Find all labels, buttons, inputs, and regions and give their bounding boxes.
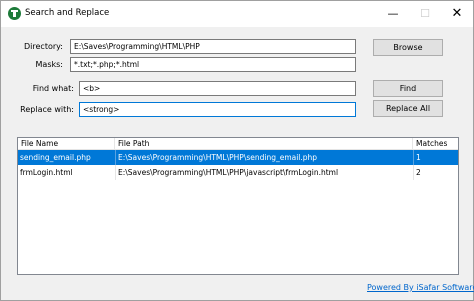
- app-logo-icon: [8, 7, 21, 20]
- replace-with-input[interactable]: <strong>: [79, 102, 356, 117]
- results-header: File Name File Path Matches: [18, 138, 458, 150]
- masks-input[interactable]: *.txt;*.php;*.html: [70, 57, 356, 72]
- find-what-input[interactable]: <b>: [79, 81, 356, 96]
- column-header-file-name[interactable]: File Name: [18, 138, 115, 150]
- maximize-button[interactable]: ☐: [411, 5, 439, 23]
- browse-button[interactable]: Browse: [373, 39, 443, 56]
- powered-by-link[interactable]: Powered By iSafar Software: [367, 283, 474, 292]
- row-file-name: sending_email.php: [20, 153, 91, 162]
- directory-input[interactable]: E:\Saves\Programming\HTML\PHP: [70, 39, 356, 54]
- find-what-label: Find what:: [32, 84, 74, 93]
- close-button[interactable]: ✕: [443, 5, 471, 23]
- row-matches: 2: [413, 165, 458, 180]
- find-button[interactable]: Find: [373, 80, 443, 97]
- table-row[interactable]: sending_email.php E:\Saves\Programming\H…: [18, 150, 458, 165]
- replace-with-label: Replace with:: [20, 105, 74, 114]
- results-list[interactable]: File Name File Path Matches sending_emai…: [17, 137, 459, 275]
- title-bar[interactable]: Search and Replace — ☐ ✕: [1, 1, 473, 27]
- row-file-name: frmLogin.html: [20, 168, 73, 177]
- row-file-path: E:\Saves\Programming\HTML\PHP\javascript…: [115, 165, 413, 180]
- column-header-matches[interactable]: Matches: [413, 138, 458, 150]
- replace-all-button[interactable]: Replace All: [373, 100, 443, 117]
- column-header-file-path[interactable]: File Path: [115, 138, 413, 150]
- search-replace-window: Search and Replace — ☐ ✕ Directory: E:\S…: [0, 0, 474, 301]
- row-matches: 1: [413, 150, 458, 165]
- row-file-path: E:\Saves\Programming\HTML\PHP\sending_em…: [115, 150, 413, 165]
- directory-label: Directory:: [24, 42, 63, 51]
- window-title: Search and Replace: [25, 8, 110, 18]
- masks-label: Masks:: [35, 60, 63, 69]
- table-row[interactable]: frmLogin.html E:\Saves\Programming\HTML\…: [18, 165, 458, 180]
- minimize-button[interactable]: —: [379, 5, 407, 23]
